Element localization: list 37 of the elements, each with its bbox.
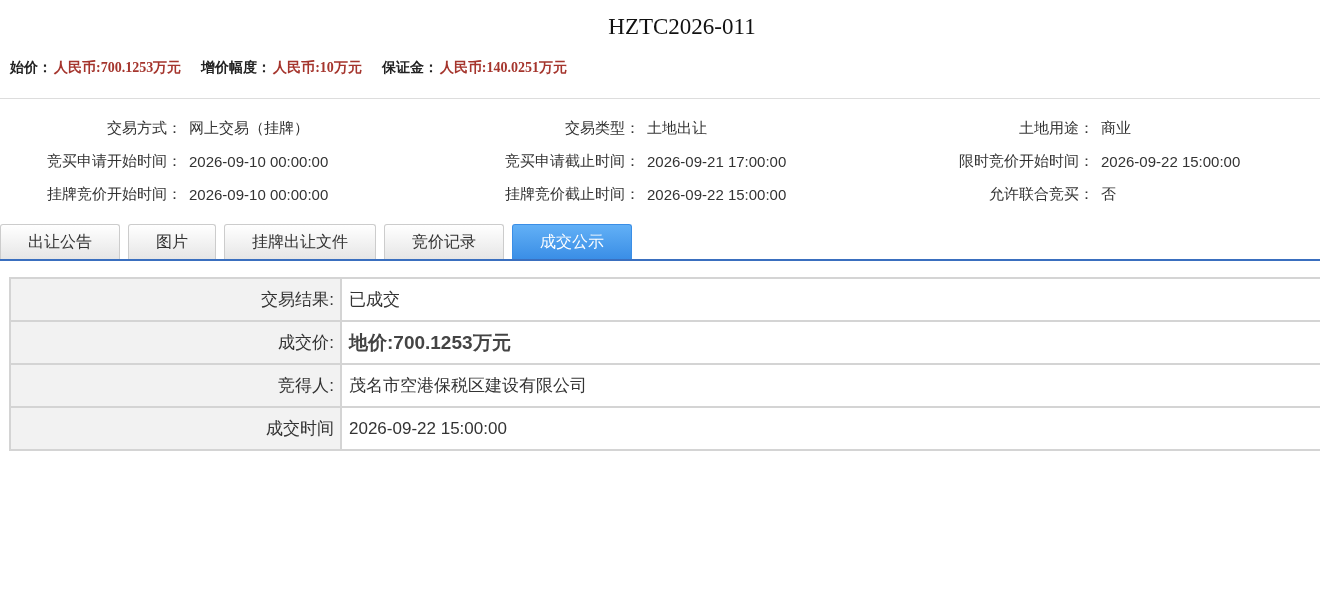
info-value: 商业 [1101,119,1131,138]
info-value: 2026-09-22 15:00:00 [647,186,787,203]
info-label: 竞买申请截止时间： [505,152,640,171]
row-value-cell: 地价:700.1253万元 [341,321,1320,364]
info-value: 土地出让 [647,119,707,138]
price-value: 人民币:700.1253万元 [54,59,182,77]
row-label-cell: 成交时间 [10,407,341,450]
row-label-cell: 竞得人: [10,364,341,407]
info-value: 2026-09-10 00:00:00 [189,186,329,203]
info-value: 否 [1101,185,1116,204]
info-label: 土地用途： [1019,119,1094,138]
info-label: 交易类型： [565,119,640,138]
tab[interactable]: 挂牌出让文件 [224,224,376,259]
tab[interactable]: 竞价记录 [384,224,504,259]
info-value: 2026-09-22 15:00:00 [1101,153,1241,170]
info-label: 竞买申请开始时间： [47,152,182,171]
price-label: 始价： [10,59,52,77]
info-label: 允许联合竞买： [989,185,1094,204]
info-label: 限时竞价开始时间： [959,152,1094,171]
tab[interactable]: 图片 [128,224,216,259]
info-value: 2026-09-21 17:00:00 [647,153,787,170]
price-label: 保证金： [381,59,438,77]
info-label: 挂牌竞价截止时间： [505,185,640,204]
row-value-cell: 已成交 [341,278,1320,321]
info-value: 网上交易（挂牌） [189,119,309,138]
tab[interactable]: 出让公告 [0,224,120,259]
page-title: HZTC2026-011 [608,13,756,41]
info-value: 2026-09-10 00:00:00 [189,153,329,170]
price-value: 人民币:140.0251万元 [439,59,567,77]
row-label-cell: 交易结果: [10,278,341,321]
row-label-cell: 成交价: [10,321,341,364]
row-value-cell: 茂名市空港保税区建设有限公司 [341,364,1320,407]
price-label: 增价幅度： [201,59,272,77]
info-label: 交易方式： [107,119,182,138]
info-label: 挂牌竞价开始时间： [47,185,182,204]
price-value: 人民币:10万元 [273,59,362,77]
row-value-cell: 2026-09-22 15:00:00 [341,407,1320,450]
